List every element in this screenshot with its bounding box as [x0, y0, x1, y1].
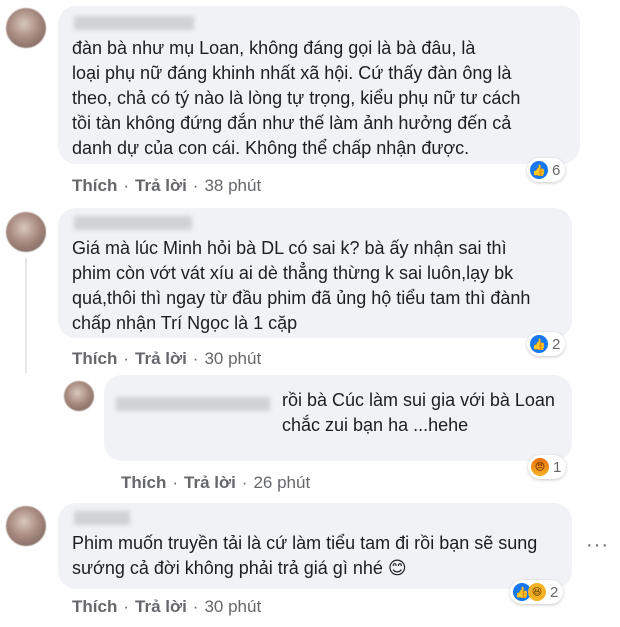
comment-text: Giá mà lúc Minh hỏi bà DL có sai k? bà ấ…	[72, 238, 531, 333]
comment-text: rồi bà Cúc làm sui gia với bà Loan chắc …	[282, 390, 555, 435]
comment-text: đàn bà như mụ Loan, không đáng gọi là bà…	[72, 38, 521, 158]
avatar[interactable]	[64, 381, 94, 411]
reaction-summary[interactable]: 👍 6	[527, 158, 566, 182]
comment-text: Phim muốn truyền tải là cứ làm tiểu tam …	[72, 533, 538, 578]
timestamp[interactable]: 30 phút	[204, 349, 261, 368]
separator: ·	[123, 349, 130, 368]
separator: ·	[241, 473, 248, 492]
commenter-name[interactable]	[74, 16, 194, 30]
like-button[interactable]: Thích	[121, 473, 166, 492]
separator: ·	[192, 349, 199, 368]
timestamp[interactable]: 30 phút	[204, 597, 261, 616]
reply-button[interactable]: Trả lời	[184, 473, 236, 492]
separator: ·	[192, 597, 199, 616]
avatar[interactable]	[6, 506, 46, 546]
haha-icon: 😆	[528, 583, 546, 601]
separator: ·	[192, 176, 199, 195]
reply-button[interactable]: Trả lời	[135, 597, 187, 616]
reaction-count: 2	[550, 583, 559, 601]
reply-bubble: rồi bà Cúc làm sui gia với bà Loan chắc …	[104, 375, 572, 461]
reaction-summary[interactable]: 😠 1	[528, 455, 567, 479]
avatar[interactable]	[6, 212, 46, 252]
angry-icon: 😠	[531, 458, 549, 476]
reply-button[interactable]: Trả lời	[135, 349, 187, 368]
comment-actions: Thích · Trả lời · 30 phút	[72, 597, 261, 617]
reply-button[interactable]: Trả lời	[135, 176, 187, 195]
comment-actions: Thích · Trả lời · 30 phút	[72, 349, 261, 369]
reaction-count: 1	[553, 458, 562, 476]
comment-bubble: Giá mà lúc Minh hỏi bà DL có sai k? bà ấ…	[58, 208, 572, 338]
separator: ·	[172, 473, 179, 492]
comment-actions: Thích · Trả lời · 38 phút	[72, 176, 261, 196]
like-icon: 👍	[530, 335, 548, 353]
separator: ·	[123, 597, 130, 616]
reaction-count: 6	[552, 161, 561, 179]
commenter-name[interactable]	[74, 216, 192, 230]
thread-line	[25, 258, 27, 373]
reaction-summary[interactable]: 👍 2	[527, 332, 566, 356]
timestamp[interactable]: 38 phút	[204, 176, 261, 195]
timestamp[interactable]: 26 phút	[253, 473, 310, 492]
more-options-icon[interactable]: ···	[586, 535, 609, 555]
like-icon: 👍	[530, 161, 548, 179]
comment-actions: Thích · Trả lời · 26 phút	[121, 473, 310, 493]
avatar[interactable]	[6, 8, 46, 48]
like-button[interactable]: Thích	[72, 597, 117, 616]
commenter-name[interactable]	[74, 511, 130, 525]
reaction-summary[interactable]: 👍 😆 2	[510, 580, 564, 604]
reaction-count: 2	[552, 335, 561, 353]
comment-bubble: Phim muốn truyền tải là cứ làm tiểu tam …	[58, 503, 572, 589]
like-button[interactable]: Thích	[72, 176, 117, 195]
commenter-name[interactable]	[116, 397, 270, 411]
comment-bubble: đàn bà như mụ Loan, không đáng gọi là bà…	[58, 6, 580, 164]
separator: ·	[123, 176, 130, 195]
like-button[interactable]: Thích	[72, 349, 117, 368]
